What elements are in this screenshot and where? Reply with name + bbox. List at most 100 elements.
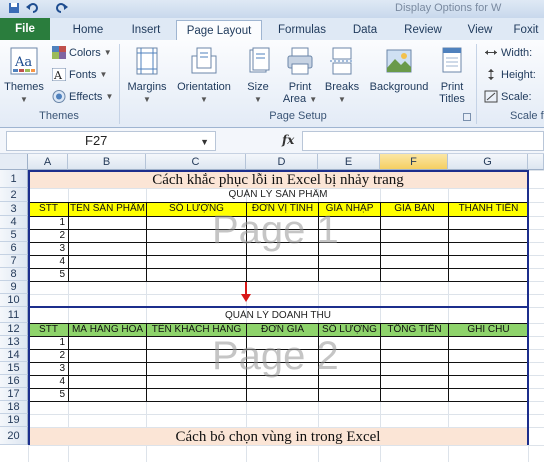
table-cell[interactable] — [448, 255, 529, 269]
table-cell[interactable] — [448, 388, 529, 402]
table-cell[interactable] — [318, 255, 381, 269]
table-cell[interactable] — [448, 362, 529, 376]
table-cell[interactable] — [380, 375, 449, 389]
effects-button[interactable]: Effects ▼ — [52, 90, 113, 103]
table-cell[interactable] — [146, 388, 247, 402]
column-header-f[interactable]: F — [380, 154, 448, 170]
table-cell[interactable] — [380, 362, 449, 376]
table-cell[interactable] — [68, 255, 147, 269]
tab-file[interactable]: File — [0, 18, 50, 40]
table-cell[interactable] — [318, 388, 381, 402]
table-cell[interactable] — [448, 242, 529, 256]
table-cell[interactable] — [246, 388, 319, 402]
table-cell[interactable] — [448, 349, 529, 363]
row-header-19[interactable]: 19 — [0, 414, 28, 427]
name-box[interactable]: F27 ▼ — [6, 131, 216, 151]
table-cell[interactable] — [68, 229, 147, 243]
table-cell[interactable] — [380, 229, 449, 243]
row-header-13[interactable]: 13 — [0, 336, 28, 349]
table-cell[interactable] — [246, 255, 319, 269]
row-header-11[interactable]: 11 — [0, 307, 28, 323]
insert-function-icon[interactable]: fx — [282, 133, 294, 147]
row-header-5[interactable]: 5 — [0, 229, 28, 242]
column-header-partial[interactable] — [528, 154, 544, 170]
tab-view[interactable]: View — [460, 20, 500, 40]
row-header-1[interactable]: 1 — [0, 170, 28, 188]
table-cell[interactable] — [380, 255, 449, 269]
redo-icon[interactable] — [54, 2, 68, 17]
formula-input[interactable] — [302, 131, 544, 151]
row-header-14[interactable]: 14 — [0, 349, 28, 362]
table-cell[interactable] — [380, 349, 449, 363]
row-header-15[interactable]: 15 — [0, 362, 28, 375]
tab-page-layout[interactable]: Page Layout — [176, 20, 262, 41]
table-cell[interactable] — [68, 349, 147, 363]
page-setup-dialog-launcher[interactable] — [463, 113, 471, 121]
row-header-20[interactable]: 20 — [0, 427, 28, 445]
row-header-3[interactable]: 3 — [0, 202, 28, 216]
breaks-button[interactable]: Breaks ▼ — [322, 46, 362, 106]
column-header-e[interactable]: E — [318, 154, 380, 170]
print-area-button[interactable]: Print Area ▼ — [280, 46, 320, 106]
row-header-10[interactable]: 10 — [0, 294, 28, 307]
table-cell[interactable] — [68, 242, 147, 256]
table-cell[interactable] — [68, 336, 147, 350]
save-icon[interactable] — [8, 2, 20, 17]
table-cell[interactable] — [318, 268, 381, 282]
row-header-18[interactable]: 18 — [0, 401, 28, 414]
row-header-8[interactable]: 8 — [0, 268, 28, 281]
table-cell[interactable] — [448, 216, 529, 230]
column-header-c[interactable]: C — [146, 154, 246, 170]
column-header-d[interactable]: D — [246, 154, 318, 170]
table-cell[interactable] — [68, 216, 147, 230]
table-cell[interactable] — [448, 375, 529, 389]
height-field[interactable]: Height: — [484, 68, 536, 81]
table-cell[interactable] — [448, 229, 529, 243]
print-titles-button[interactable]: Print Titles — [434, 46, 470, 105]
column-header-a[interactable]: A — [28, 154, 68, 170]
tab-home[interactable]: Home — [64, 20, 112, 40]
table-cell[interactable] — [380, 388, 449, 402]
width-field[interactable]: Width: — [484, 46, 532, 59]
tab-formulas[interactable]: Formulas — [270, 20, 334, 40]
orientation-button[interactable]: Orientation ▼ — [172, 46, 236, 106]
table-cell[interactable] — [68, 388, 147, 402]
table-cell[interactable] — [448, 268, 529, 282]
table-cell[interactable] — [146, 255, 247, 269]
fonts-button[interactable]: A Fonts ▼ — [51, 67, 107, 82]
table-cell[interactable] — [380, 216, 449, 230]
row-header-9[interactable]: 9 — [0, 281, 28, 294]
themes-button[interactable]: Aa Themes ▼ — [4, 46, 44, 106]
background-button[interactable]: Background — [364, 46, 434, 93]
table-cell[interactable] — [448, 336, 529, 350]
tab-insert[interactable]: Insert — [122, 20, 170, 40]
row-header-12[interactable]: 12 — [0, 323, 28, 336]
table-cell[interactable] — [380, 336, 449, 350]
row-header-16[interactable]: 16 — [0, 375, 28, 388]
row-header-6[interactable]: 6 — [0, 242, 28, 255]
table-cell[interactable] — [246, 268, 319, 282]
undo-icon[interactable] — [26, 2, 40, 17]
row-header-7[interactable]: 7 — [0, 255, 28, 268]
select-all-corner[interactable] — [0, 154, 28, 170]
table-cell[interactable] — [146, 268, 247, 282]
tab-review[interactable]: Review — [396, 20, 450, 40]
row-header-2[interactable]: 2 — [0, 188, 28, 202]
worksheet-grid[interactable]: A B C D E F G 1 2 3 4 5 6 7 8 9 10 11 12 13 14 15 16 17 18 19 20 Cá… — [0, 154, 544, 462]
row-header-4[interactable]: 4 — [0, 216, 28, 229]
scale-field[interactable]: Scale: — [484, 90, 532, 103]
column-header-b[interactable]: B — [68, 154, 146, 170]
table-cell[interactable] — [68, 362, 147, 376]
margins-button[interactable]: Margins ▼ — [124, 46, 170, 106]
table-cell[interactable] — [68, 268, 147, 282]
tab-foxit[interactable]: Foxit — [506, 20, 544, 40]
table-cell[interactable] — [68, 375, 147, 389]
table-cell[interactable] — [380, 268, 449, 282]
table-cell[interactable] — [380, 242, 449, 256]
colors-button[interactable]: Colors ▼ — [52, 46, 112, 59]
tab-data[interactable]: Data — [344, 20, 386, 40]
chevron-down-icon[interactable]: ▼ — [200, 133, 209, 151]
size-button[interactable]: Size ▼ — [240, 46, 276, 106]
row-header-17[interactable]: 17 — [0, 388, 28, 401]
column-header-g[interactable]: G — [448, 154, 528, 170]
